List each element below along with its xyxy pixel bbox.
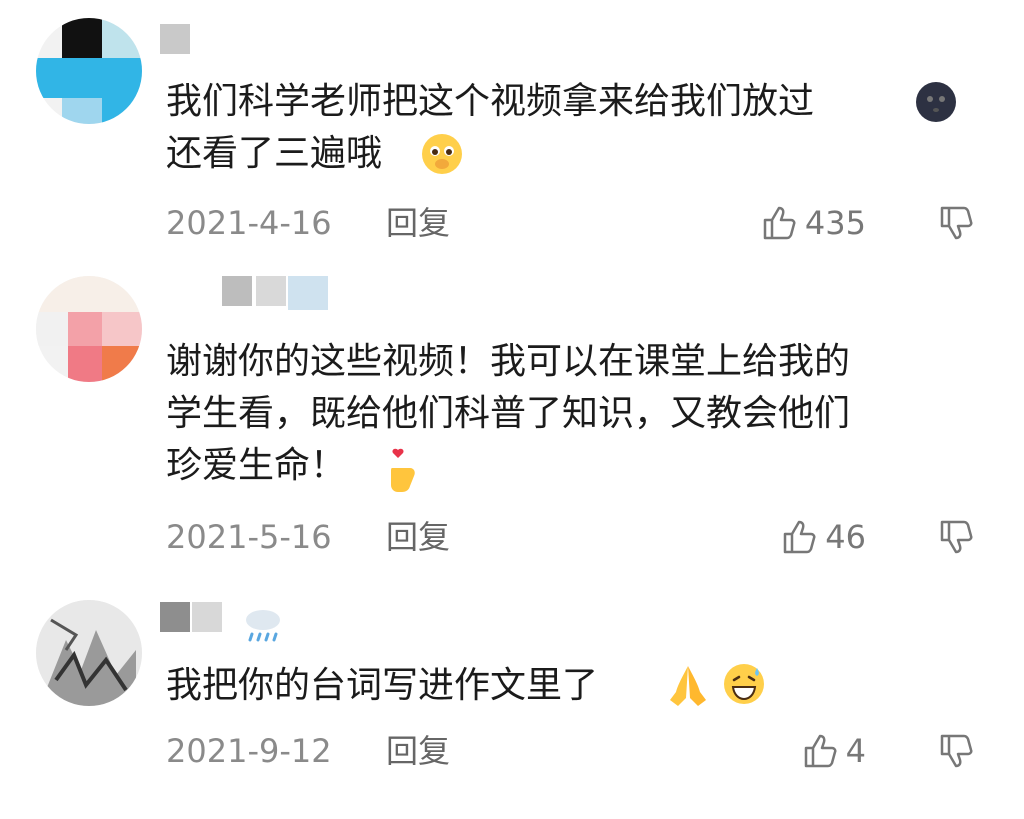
avatar[interactable] [36, 276, 142, 382]
like-button[interactable]: 435 [761, 198, 866, 248]
comment-text: 谢谢你的这些视频！我可以在课堂上给我的 学生看，既给他们科普了知识，又教会他们 … [166, 341, 851, 486]
like-count: 435 [804, 204, 866, 242]
like-count: 4 [845, 732, 866, 770]
dislike-button[interactable] [938, 518, 976, 556]
reply-button[interactable]: 回复 [386, 512, 450, 562]
folded-hands-icon [664, 664, 706, 706]
thumbs-up-icon [804, 734, 837, 768]
grinning-sweat-icon [724, 664, 764, 704]
dislike-button[interactable] [938, 732, 976, 770]
avatar[interactable] [36, 18, 142, 124]
avatar[interactable] [36, 600, 142, 706]
reply-button[interactable]: 回复 [386, 726, 450, 776]
like-button[interactable]: 46 [781, 512, 866, 562]
new-moon-face-icon [916, 82, 956, 122]
pleading-face-icon [422, 134, 462, 174]
thumbs-up-icon [763, 206, 796, 240]
comment-meta: 2021-4-16 回复 435 [166, 198, 986, 248]
comment-date: 2021-4-16 [166, 204, 332, 242]
thumbs-down-icon [940, 206, 973, 240]
rain-cloud-icon [246, 610, 280, 642]
comment-text: 我们科学老师把这个视频拿来给我们放过 还看了三遍哦 [166, 81, 815, 174]
like-button[interactable]: 4 [802, 726, 866, 776]
thumbs-up-icon [784, 520, 816, 554]
reply-button[interactable]: 回复 [386, 198, 450, 248]
thumbs-down-icon [940, 734, 973, 768]
thumbs-down-icon [940, 520, 973, 554]
comment-meta: 2021-5-16 回复 46 [166, 512, 986, 562]
comment-text: 我把你的台词写进作文里了 [166, 665, 599, 706]
comment-date: 2021-5-16 [166, 518, 332, 556]
finger-heart-icon [384, 446, 424, 492]
comment-date: 2021-9-12 [166, 732, 332, 770]
comment-meta: 2021-9-12 回复 4 [166, 726, 986, 776]
like-count: 46 [825, 518, 866, 556]
dislike-button[interactable] [938, 204, 976, 242]
